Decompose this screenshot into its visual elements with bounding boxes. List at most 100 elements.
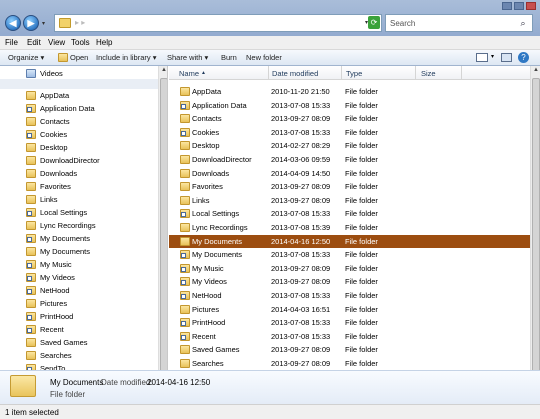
address-bar[interactable]: ▸ ▸ ▾ [54,14,382,32]
nav-item[interactable]: Saved Games [0,337,158,348]
nav-item[interactable]: Lync Recordings [0,220,158,231]
new-folder-button[interactable]: New folder [246,53,282,62]
search-placeholder[interactable]: Search [390,19,415,28]
file-row[interactable]: Searches 2013-09-27 08:09 File folder [169,357,530,370]
help-icon[interactable]: ? [518,52,529,63]
refresh-icon[interactable]: ⟳ [368,16,380,29]
shortcut-folder-icon [26,325,36,334]
nav-selected-user-row[interactable] [0,79,158,89]
include-in-library-button[interactable]: Include in library ▾ [96,53,156,62]
shortcut-folder-icon [26,208,36,217]
column-size[interactable]: Size [421,69,436,78]
file-row[interactable]: My Videos 2013-09-27 08:09 File folder [169,275,530,288]
file-row[interactable]: Local Settings 2013-07-08 15:33 File folde… [169,207,530,220]
nav-item[interactable]: Contacts [0,116,158,127]
file-date-modified: 2013-07-08 15:33 [271,127,331,137]
nav-item[interactable]: Downloads [0,168,158,179]
file-type: File folder [345,155,378,164]
column-date-modified[interactable]: Date modified [272,69,318,78]
back-button[interactable]: ◀ [5,15,21,31]
menu-file[interactable]: File [5,38,18,47]
nav-item[interactable]: Videos [0,68,158,79]
file-row[interactable]: Saved Games 2013-09-27 08:09 File folder [169,343,530,356]
menu-view[interactable]: View [48,38,65,47]
file-list-scrollbar[interactable]: ▲ ▼ [530,66,540,403]
search-box[interactable]: Search ⌕ [385,14,533,32]
file-row[interactable]: Favorites 2013-09-27 08:09 File folder [169,180,530,193]
nav-item[interactable]: Searches [0,350,158,361]
burn-button[interactable]: Burn [221,53,237,62]
column-separator[interactable] [415,66,416,80]
column-name[interactable]: Name [179,69,199,78]
file-row[interactable]: Pictures 2014-04-03 16:51 File folder [169,303,530,316]
recent-pages-dropdown[interactable]: ▾ [42,20,45,27]
file-row[interactable]: Links 2013-09-27 08:09 File folder [169,194,530,207]
file-row[interactable]: Contacts 2013-09-27 08:09 File folder [169,112,530,125]
file-row[interactable]: Desktop 2014-02-27 08:29 File folder [169,139,530,152]
file-type: File folder [345,195,378,205]
file-row[interactable]: Application Data 2013-07-08 15:33 File fol… [169,99,530,112]
search-icon[interactable]: ⌕ [517,17,529,29]
folder-icon [180,182,190,192]
nav-item[interactable]: NetHood [0,285,158,296]
file-row[interactable]: My Music 2013-09-27 08:09 File folder [169,262,530,275]
column-separator[interactable] [461,66,462,80]
shortcut-folder-icon [26,130,36,139]
nav-item[interactable]: Favorites [0,181,158,192]
open-button[interactable]: Open [70,53,88,62]
organize-button[interactable]: Organize ▾ [8,53,44,62]
nav-item[interactable]: PrintHood [0,311,158,322]
address-breadcrumb[interactable]: ▸ ▸ [75,18,85,27]
column-type[interactable]: Type [346,69,362,78]
file-row[interactable]: Recent 2013-07-08 15:33 File folder [169,330,530,343]
close-button[interactable] [526,2,536,10]
file-name: Searches [192,359,224,368]
file-row[interactable]: My Documents 2013-07-08 15:33 File folder [169,248,530,261]
menu-help[interactable]: Help [96,38,112,47]
file-row[interactable]: Cookies 2013-07-08 15:33 File folder [169,126,530,139]
command-bar: Organize ▾ Open Include in library ▾ Sha… [0,50,540,66]
scroll-up-icon[interactable]: ▲ [160,67,167,76]
view-options-dropdown-icon[interactable]: ▾ [491,53,494,60]
minimize-button[interactable] [502,2,512,10]
nav-scroll-thumb[interactable] [160,78,167,378]
nav-item[interactable]: My Documents [0,246,158,257]
menu-tools[interactable]: Tools [71,38,90,47]
scroll-up-icon[interactable]: ▲ [532,67,540,76]
forward-button[interactable]: ▶ [23,15,39,31]
nav-item[interactable]: Local Settings [0,207,158,218]
nav-item[interactable]: Desktop [0,142,158,153]
column-separator[interactable] [268,66,269,80]
nav-item[interactable]: My Documents [0,233,158,244]
file-row[interactable]: Downloads 2014-04-09 14:50 File folder [169,167,530,180]
shortcut-folder-icon [180,209,190,219]
share-with-button[interactable]: Share with ▾ [167,53,208,62]
file-row-selected[interactable]: My Documents 2014-04-16 12:50 File folder [169,234,530,248]
maximize-button[interactable] [514,2,524,10]
nav-item[interactable]: Cookies [0,129,158,140]
file-row[interactable]: AppData 2010-11-20 21:50 File folder [169,85,530,98]
file-type: File folder [345,250,378,260]
nav-item[interactable]: My Music [0,259,158,270]
file-row[interactable]: PrintHood 2013-07-08 15:33 File folder [169,316,530,329]
file-row[interactable]: NetHood 2013-07-08 15:33 File folder [169,289,530,302]
nav-item[interactable]: AppData [0,90,158,101]
nav-item[interactable]: My Videos [0,272,158,283]
view-options-icon[interactable] [476,53,488,62]
nav-item[interactable]: Application Data [0,103,158,114]
nav-item[interactable]: Links [0,194,158,205]
nav-item[interactable]: Recent [0,324,158,335]
nav-item[interactable]: DownloadDirector [0,155,158,166]
shortcut-folder-icon [26,273,36,282]
menu-edit[interactable]: Edit [27,38,41,47]
file-list-scroll-thumb[interactable] [532,78,540,388]
file-type: File folder [345,236,378,246]
file-row[interactable]: DownloadDirector 2014-03-06 09:59 File fol… [169,153,530,166]
file-date-modified: 2013-07-08 15:33 [271,318,331,328]
file-name: Local Settings [192,209,240,219]
nav-scrollbar[interactable]: ▲ ▼ [158,66,167,403]
file-row[interactable]: Lync Recordings 2013-07-08 15:39 File fold… [169,221,530,234]
column-separator[interactable] [341,66,342,80]
nav-item[interactable]: Pictures [0,298,158,309]
preview-pane-icon[interactable] [501,53,512,62]
